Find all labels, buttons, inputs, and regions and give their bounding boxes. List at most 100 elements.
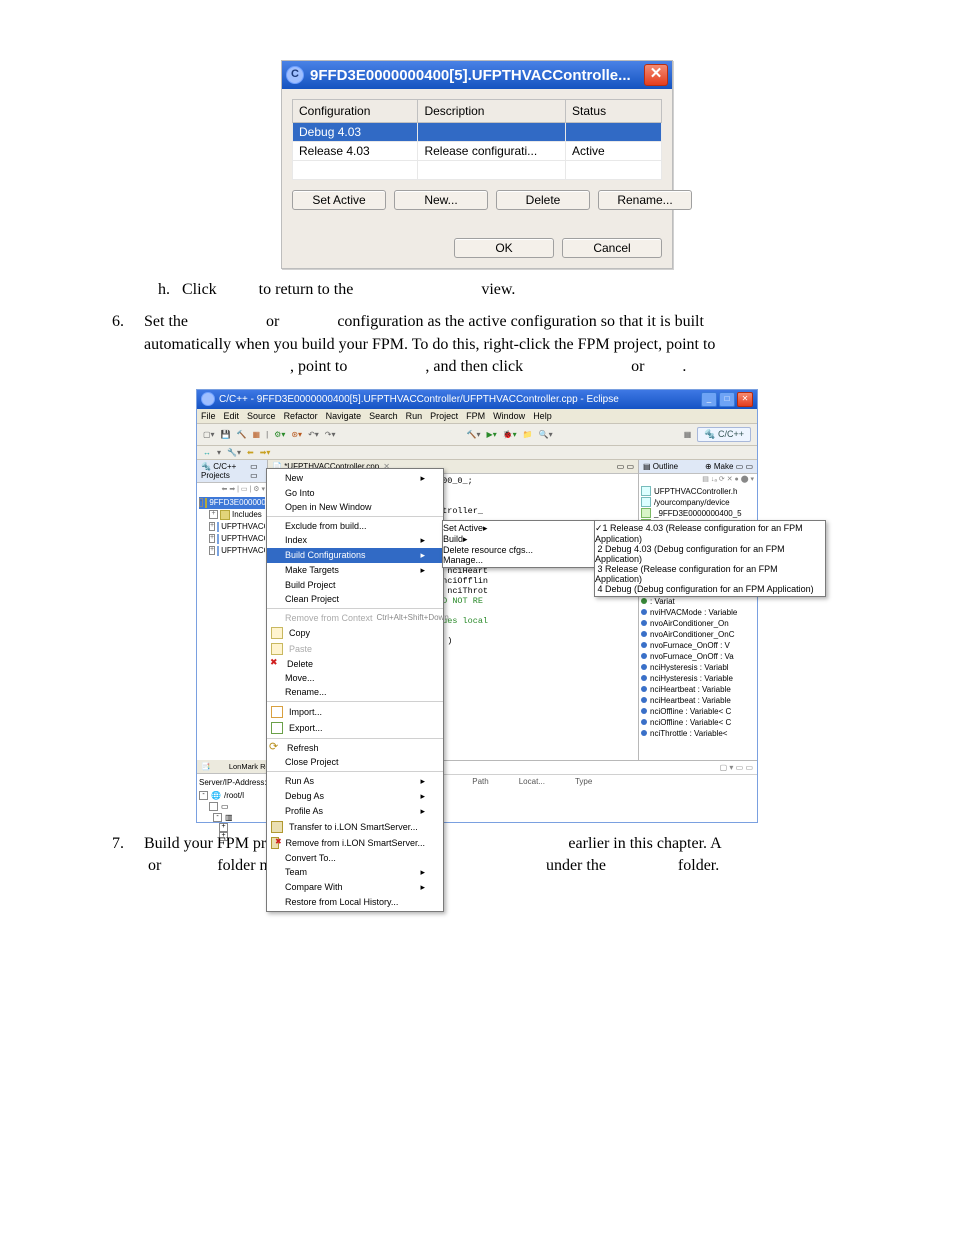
tree-node[interactable]: -9FFD3E000000 [199,497,265,509]
toolbar-icon[interactable]: 🔍▾ [539,430,553,439]
menu-source[interactable]: Source [247,411,276,421]
toolbar-icon[interactable]: ▦ [253,430,261,439]
cfg-option[interactable]: 4 Debug (Debug configuration for an FPM … [595,584,825,594]
menu-clean-project[interactable]: Clean Project [267,592,443,606]
cfg-option[interactable]: 3 Release (Release configuration for an … [595,564,825,584]
outline-item[interactable]: /yourcompany/device [641,497,755,508]
tree-node[interactable]: +Includes [199,509,265,521]
col-description[interactable]: Description [418,100,566,123]
outline-item[interactable]: nciThrottle : Variable< [641,728,755,739]
toolbar-icon[interactable]: ↷▾ [325,430,336,439]
maximize-icon[interactable]: □ [719,392,735,407]
outline-item[interactable]: nciHysteresis : Variable [641,673,755,684]
close-icon[interactable]: ✕ [737,392,753,407]
toolbar-icon[interactable]: 💾 [221,430,231,439]
table-row[interactable]: Release 4.03 Release configurati... Acti… [293,142,662,161]
delete-button[interactable]: Delete [496,190,590,210]
outline-item[interactable]: nvoAirConditioner_On [641,618,755,629]
menu-remove-lon[interactable]: Remove from i.LON SmartServer... [267,835,443,851]
menu-import[interactable]: Import... [267,704,443,720]
view-tab-outline[interactable]: ▤ Outline ⊕ Make ▭ ▭ [639,460,757,474]
perspective-switcher-icon[interactable]: ▦ [684,430,692,439]
menu-rename[interactable]: Rename... [267,685,443,699]
view-tab[interactable]: 🔩 C/C++ Projects▭ ▭ [197,460,267,483]
toolbar-icon[interactable]: ⚙▾ [274,430,285,439]
toolbar-icon[interactable]: 🔨▾ [467,430,481,439]
menu-go-into[interactable]: Go Into [267,486,443,500]
minimize-icon[interactable]: _ [701,392,717,407]
close-icon[interactable]: ✕ [644,64,668,86]
table-row[interactable]: Debug 4.03 [293,123,662,142]
menu-close-project[interactable]: Close Project [267,755,443,769]
menu-run-as[interactable]: Run As▸ [267,774,443,789]
menu-team[interactable]: Team▸ [267,865,443,880]
toolbar-icon[interactable]: ↶▾ [308,430,319,439]
outline-item[interactable]: nvoFurnace_OnOff : Va [641,651,755,662]
outline-item[interactable]: nvoAirConditioner_OnC [641,629,755,640]
menu-search[interactable]: Search [369,411,398,421]
outline-item[interactable]: nciHeartbeat : Variable [641,684,755,695]
menu-new[interactable]: New▸ [267,471,443,486]
menu-window[interactable]: Window [493,411,525,421]
back-icon[interactable]: ⬅ [247,448,254,457]
toolbar-icon[interactable]: 🔧▾ [227,448,241,457]
set-active-button[interactable]: Set Active [292,190,386,210]
menu-profile-as[interactable]: Profile As▸ [267,804,443,819]
menu-help[interactable]: Help [533,411,552,421]
outline-item[interactable]: _9FFD3E0000000400_5 [641,508,755,519]
outline-item[interactable]: : Variat [641,596,755,607]
menu-export[interactable]: Export... [267,720,443,736]
menu-run[interactable]: Run [406,411,423,421]
menu-fpm[interactable]: FPM [466,411,485,421]
menu-open-new-window[interactable]: Open in New Window [267,500,443,514]
cfg-option[interactable]: 2 Debug 4.03 (Debug configuration for an… [595,544,825,564]
outline-item[interactable]: UFPTHVACController.h [641,486,755,497]
toolbar-icon[interactable]: ⊛▾ [291,430,302,439]
menu-refresh[interactable]: Refresh [267,741,443,755]
menu-build-configurations[interactable]: Build Configurations▸ [267,548,443,563]
cancel-button[interactable]: Cancel [562,238,662,258]
menu-make-targets[interactable]: Make Targets▸ [267,563,443,578]
col-status[interactable]: Status [566,100,662,123]
tree-node[interactable]: +UFPTHVACCo [199,533,265,545]
new-button[interactable]: New... [394,190,488,210]
menu-set-active[interactable]: Set Active▸ [443,523,595,534]
forward-icon[interactable]: ➡▾ [260,448,271,457]
toolbar-icon[interactable]: ▢▾ [203,430,215,439]
toolbar-icon[interactable]: 📁 [523,430,533,439]
rename-button[interactable]: Rename... [598,190,692,210]
run-icon[interactable]: ▶▾ [487,430,497,439]
menu-navigate[interactable]: Navigate [326,411,362,421]
outline-item[interactable]: nviHVACMode : Variable [641,607,755,618]
menu-debug-as[interactable]: Debug As▸ [267,789,443,804]
tree-node[interactable]: +UFPTHVACCo [199,521,265,533]
outline-item[interactable]: nvoFurnace_OnOff : V [641,640,755,651]
debug-icon[interactable]: 🐞▾ [503,430,517,439]
toolbar-icon[interactable]: ↔ [203,448,211,457]
tree-node[interactable]: +UFPTHVACCo [199,545,265,557]
menu-delete[interactable]: Delete [267,657,443,671]
menu-transfer[interactable]: Transfer to i.LON SmartServer... [267,819,443,835]
outline-item[interactable]: nciHysteresis : Variabl [641,662,755,673]
menu-build-project[interactable]: Build Project [267,578,443,592]
cfg-option[interactable]: ✓1 Release 4.03 (Release configuration f… [595,523,825,544]
menu-index[interactable]: Index▸ [267,533,443,548]
ok-button[interactable]: OK [454,238,554,258]
menu-restore[interactable]: Restore from Local History... [267,895,443,909]
menu-edit[interactable]: Edit [224,411,240,421]
menu-file[interactable]: File [201,411,216,421]
menu-project[interactable]: Project [430,411,458,421]
col-config[interactable]: Configuration [293,100,418,123]
menu-exclude[interactable]: Exclude from build... [267,519,443,533]
menu-manage[interactable]: Manage... [443,555,595,565]
menu-refactor[interactable]: Refactor [284,411,318,421]
menu-delete-cfg[interactable]: Delete resource cfgs... [443,545,595,555]
outline-item[interactable]: nciHeartbeat : Variable [641,695,755,706]
menu-copy[interactable]: Copy [267,625,443,641]
outline-item[interactable]: nciOffline : Variable< C [641,717,755,728]
menu-build[interactable]: Build▸ [443,534,595,545]
menu-compare[interactable]: Compare With▸ [267,880,443,895]
toolbar-icon[interactable]: 🔨 [237,430,247,439]
menu-move[interactable]: Move... [267,671,443,685]
perspective-button[interactable]: 🔩 C/C++ [697,427,751,442]
